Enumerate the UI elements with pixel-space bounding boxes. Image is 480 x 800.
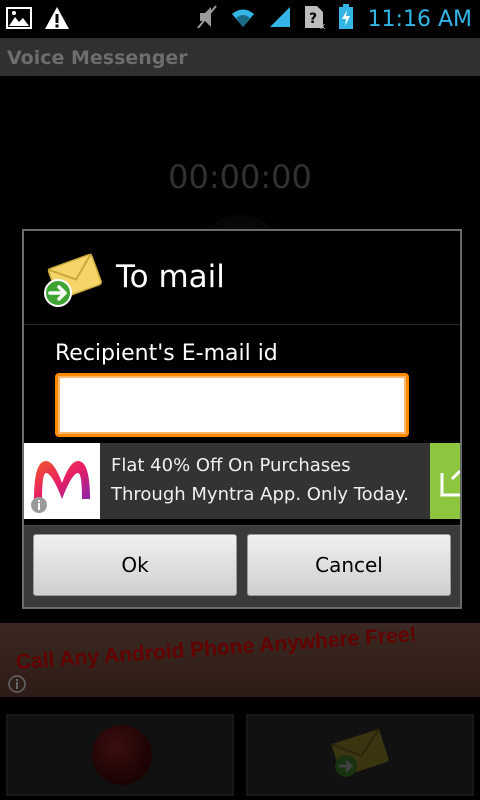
image-notification-icon <box>6 6 32 34</box>
mail-send-icon <box>40 253 102 313</box>
svg-text:?: ? <box>309 11 317 27</box>
wifi-icon <box>228 5 258 33</box>
warning-icon <box>44 6 70 34</box>
no-sim-icon: ? x <box>302 4 328 34</box>
mute-icon <box>196 4 218 34</box>
app-title: Voice Messenger <box>7 47 188 69</box>
status-left-icons <box>6 6 70 34</box>
dialog-ad-banner[interactable]: Flat 40% Off On Purchases Through Myntra… <box>24 443 462 519</box>
status-right-icons: ? x 11:16 AM <box>196 4 472 34</box>
signal-icon <box>268 5 292 33</box>
cancel-button[interactable]: Cancel <box>247 534 451 596</box>
app-title-bar: Voice Messenger <box>0 38 480 76</box>
dialog-header: To mail <box>24 231 460 325</box>
to-mail-dialog: To mail Recipient's E-mail id Flat 40% O… <box>22 229 462 609</box>
dialog-actions: Ok Cancel <box>24 525 460 607</box>
ad-info-icon[interactable] <box>29 495 49 519</box>
dialog-title: To mail <box>116 259 225 295</box>
ad-text-line-1: Flat 40% Off On Purchases <box>111 455 351 476</box>
ok-button[interactable]: Ok <box>33 534 237 596</box>
recipient-email-label: Recipient's E-mail id <box>55 341 278 366</box>
ad-text-line-2: Through Myntra App. Only Today. <box>111 484 409 505</box>
svg-text:x: x <box>320 22 326 30</box>
recipient-email-input[interactable] <box>55 373 409 437</box>
ad-open-button[interactable] <box>430 443 462 519</box>
status-time: 11:16 AM <box>367 6 472 32</box>
status-bar: ? x 11:16 AM <box>0 0 480 38</box>
battery-charging-icon <box>338 4 354 34</box>
